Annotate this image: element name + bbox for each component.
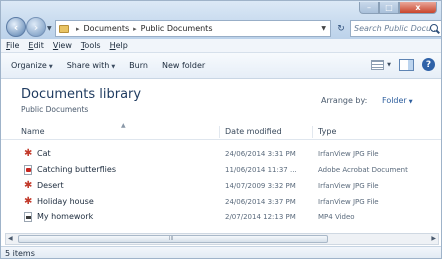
column-headers: ▲ Name Date modified Type [1, 122, 441, 140]
folder-icon [59, 24, 69, 33]
share-with-button[interactable]: Share with ▼ [67, 61, 115, 70]
menu-bar: File Edit View Tools Help [1, 39, 441, 53]
preview-pane-icon[interactable] [399, 58, 414, 71]
irfanview-icon: ✱ [24, 180, 33, 191]
scrollbar-thumb[interactable]: III [18, 235, 328, 243]
command-bar: Organize ▼ Share with ▼ Burn New folder ▼ … [1, 53, 441, 79]
file-name[interactable]: Cat [37, 149, 51, 158]
breadcrumb-separator[interactable]: ▸ [76, 25, 80, 33]
file-type: IrfanView JPG File [318, 198, 379, 206]
pdf-icon [24, 165, 32, 175]
help-icon[interactable]: ? [422, 58, 435, 71]
file-type: IrfanView JPG File [318, 182, 379, 190]
sort-ascending-icon: ▲ [121, 122, 126, 129]
file-type: Adobe Acrobat Document [318, 166, 408, 174]
menu-view[interactable]: View [53, 41, 72, 50]
file-name[interactable]: Catching butterflies [37, 165, 116, 174]
file-name[interactable]: Holiday house [37, 197, 94, 206]
file-date: 14/07/2009 3:32 PM [225, 182, 296, 190]
column-header-name[interactable]: Name [21, 127, 45, 136]
breadcrumb-documents[interactable]: Documents [84, 24, 130, 33]
file-type: MP4 Video [318, 213, 355, 221]
arrange-by-label: Arrange by: [321, 96, 368, 105]
search-placeholder: Search Public Docu... [354, 24, 439, 33]
new-folder-button[interactable]: New folder [162, 61, 205, 70]
column-header-date-modified[interactable]: Date modified [225, 127, 282, 136]
back-button[interactable]: ‹ [6, 17, 26, 37]
irfanview-icon: ✱ [24, 196, 33, 207]
file-row-desert[interactable]: ✱ Desert 14/07/2009 3:32 PM IrfanView JP… [1, 179, 433, 193]
file-date: 24/06/2014 3:31 PM [225, 150, 296, 158]
item-count: 5 items [5, 249, 35, 258]
view-options-dropdown[interactable]: ▼ [387, 62, 391, 68]
file-row-holiday-house[interactable]: ✱ Holiday house 24/06/2014 3:37 PM Irfan… [1, 195, 433, 209]
grip-icon: III [169, 236, 174, 242]
file-row-cat[interactable]: ✱ Cat 24/06/2014 3:31 PM IrfanView JPG F… [1, 147, 433, 161]
view-controls: ▼ ? [371, 58, 435, 71]
irfanview-icon: ✱ [24, 148, 33, 159]
file-name[interactable]: My homework [37, 212, 93, 221]
file-date: 11/06/2014 11:37 ... [225, 166, 297, 174]
menu-tools[interactable]: Tools [81, 41, 101, 50]
refresh-icon[interactable]: ↻ [334, 20, 348, 37]
chevron-down-icon: ▼ [48, 64, 53, 70]
scroll-right-icon[interactable]: ▶ [431, 235, 436, 242]
organize-button[interactable]: Organize ▼ [11, 61, 53, 70]
scroll-left-icon[interactable]: ◀ [8, 235, 13, 242]
close-button[interactable]: x [399, 2, 437, 14]
forward-button[interactable]: › [26, 17, 46, 37]
search-input[interactable]: Search Public Docu... [350, 20, 441, 37]
library-title: Documents library [21, 87, 142, 102]
menu-file[interactable]: File [6, 41, 19, 50]
search-icon[interactable] [430, 24, 438, 32]
chevron-down-icon: ▼ [408, 99, 413, 105]
address-dropdown-icon[interactable]: ▼ [321, 25, 326, 32]
library-location-link[interactable]: Public Documents [21, 105, 88, 114]
file-row-catching-butterflies[interactable]: Catching butterflies 11/06/2014 11:37 ..… [1, 163, 433, 177]
address-bar[interactable]: ▸ Documents ▸ Public Documents ▼ [55, 20, 331, 37]
chevron-down-icon: ▼ [111, 64, 116, 70]
column-divider[interactable] [219, 126, 220, 138]
recent-pages-dropdown[interactable]: ▼ [47, 25, 52, 32]
file-name[interactable]: Desert [37, 181, 64, 190]
burn-button[interactable]: Burn [129, 61, 148, 70]
title-bar: – □ x ‹ › ▼ ▸ Documents ▸ Public Documen… [1, 1, 441, 39]
breadcrumb-public-documents[interactable]: Public Documents [141, 24, 213, 33]
explorer-window: – □ x ‹ › ▼ ▸ Documents ▸ Public Documen… [0, 0, 442, 259]
window-controls: – □ x [359, 2, 437, 14]
horizontal-scrollbar[interactable]: ◀ III ▶ [5, 233, 439, 245]
menu-help[interactable]: Help [110, 41, 128, 50]
status-bar: 5 items [1, 246, 441, 258]
file-date: 2/07/2014 12:13 PM [225, 213, 296, 221]
file-type: IrfanView JPG File [318, 150, 379, 158]
file-row-my-homework[interactable]: My homework 2/07/2014 12:13 PM MP4 Video [1, 210, 433, 224]
breadcrumb-separator[interactable]: ▸ [133, 25, 137, 33]
change-view-icon[interactable] [371, 59, 385, 70]
arrange-by-dropdown[interactable]: Folder ▼ [382, 96, 413, 105]
minimize-button[interactable]: – [359, 2, 379, 14]
video-icon [24, 212, 32, 222]
column-divider[interactable] [312, 126, 313, 138]
maximize-button[interactable]: □ [379, 2, 399, 14]
column-header-type[interactable]: Type [318, 127, 336, 136]
menu-edit[interactable]: Edit [28, 41, 44, 50]
file-date: 24/06/2014 3:37 PM [225, 198, 296, 206]
